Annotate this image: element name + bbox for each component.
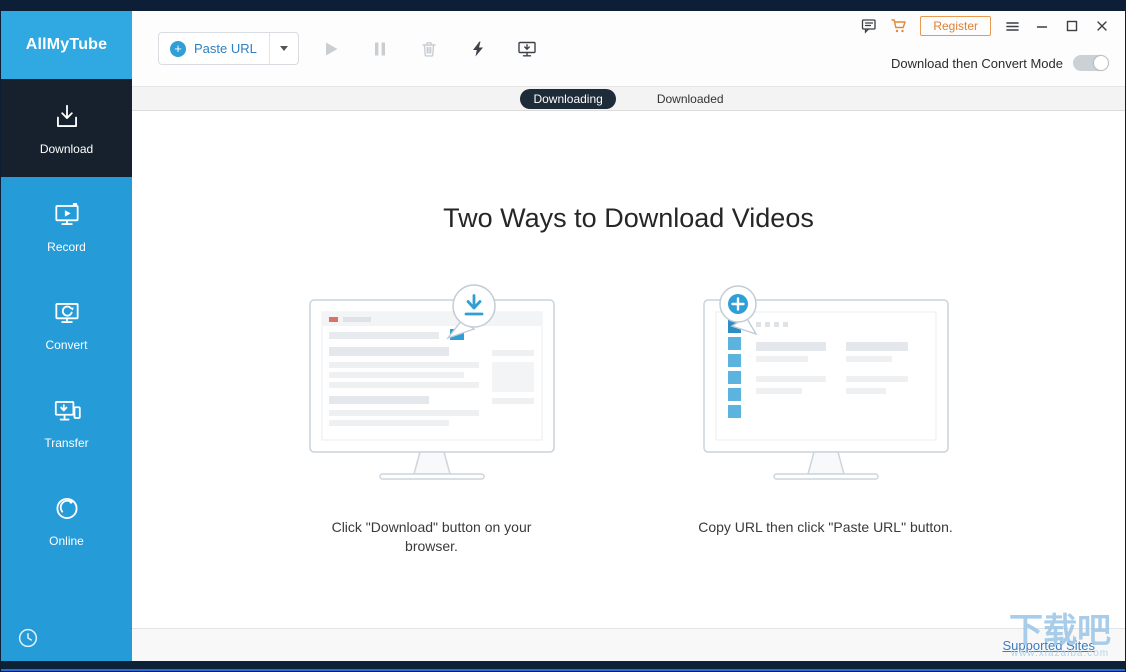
paste-url-button[interactable]: + Paste URL bbox=[158, 32, 299, 65]
start-download-button[interactable] bbox=[320, 38, 342, 60]
sidebar-item-online[interactable]: Online bbox=[1, 471, 132, 569]
pause-icon bbox=[375, 42, 385, 55]
register-button[interactable]: Register bbox=[920, 16, 991, 36]
footer-bar: Supported Sites bbox=[132, 628, 1125, 661]
transfer-icon bbox=[51, 395, 83, 427]
sidebar-item-label: Online bbox=[49, 533, 84, 548]
paste-url-dropdown[interactable] bbox=[270, 46, 298, 51]
paste-method-illustration bbox=[702, 285, 949, 480]
sidebar-item-convert[interactable]: Convert bbox=[1, 275, 132, 373]
sidebar-item-download[interactable]: Download bbox=[1, 79, 132, 177]
hamburger-icon bbox=[1005, 21, 1019, 31]
purchase-cart-button[interactable] bbox=[890, 17, 908, 35]
tab-downloaded[interactable]: Downloaded bbox=[644, 89, 737, 109]
chevron-down-icon bbox=[279, 46, 288, 51]
paste-method-caption: Copy URL then click "Paste URL" button. bbox=[698, 519, 953, 535]
close-button[interactable] bbox=[1093, 17, 1111, 35]
online-globe-icon bbox=[51, 493, 83, 525]
close-icon bbox=[1097, 21, 1107, 31]
toolbar: + Paste URL Register Download then Conve… bbox=[132, 11, 1125, 86]
sidebar-item-label: Transfer bbox=[44, 435, 89, 450]
sidebar-item-record[interactable]: Record bbox=[1, 177, 132, 275]
content-panel: Two Ways to Download Videos Click "Downl… bbox=[132, 111, 1125, 628]
minimize-button[interactable] bbox=[1033, 17, 1051, 35]
maximize-icon bbox=[1066, 20, 1078, 32]
paste-url-label: Paste URL bbox=[194, 41, 257, 56]
main-area: + Paste URL Register Download then Conve… bbox=[132, 11, 1125, 661]
play-icon bbox=[326, 42, 338, 55]
convert-mode-toggle[interactable] bbox=[1073, 55, 1109, 71]
download-tabs: Downloading Downloaded bbox=[132, 86, 1125, 111]
feedback-button[interactable] bbox=[860, 17, 878, 35]
delete-button[interactable] bbox=[418, 38, 440, 60]
sidebar-item-label: Convert bbox=[45, 337, 88, 352]
menu-button[interactable] bbox=[1003, 17, 1021, 35]
record-icon bbox=[51, 199, 83, 231]
high-speed-button[interactable] bbox=[467, 38, 489, 60]
convert-icon bbox=[51, 297, 83, 329]
message-icon bbox=[862, 19, 876, 34]
lightning-icon bbox=[473, 41, 483, 56]
toggle-knob bbox=[1094, 56, 1108, 70]
device-download-icon bbox=[518, 41, 536, 56]
download-icon bbox=[51, 101, 83, 133]
window-top-border bbox=[1, 1, 1125, 11]
tab-downloading[interactable]: Downloading bbox=[520, 88, 616, 109]
app-window: AllMyTube Download Record Convert Transf… bbox=[0, 0, 1126, 672]
trash-icon bbox=[422, 41, 436, 57]
device-download-button[interactable] bbox=[516, 38, 538, 60]
browser-method: Click "Download" button on your browser. bbox=[282, 284, 582, 556]
page-title: Two Ways to Download Videos bbox=[443, 203, 814, 233]
history-clock-icon[interactable] bbox=[17, 627, 39, 649]
sidebar-item-transfer[interactable]: Transfer bbox=[1, 373, 132, 471]
cart-icon bbox=[891, 19, 907, 33]
app-logo: AllMyTube bbox=[1, 11, 132, 79]
supported-sites-link[interactable]: Supported Sites bbox=[1002, 638, 1095, 653]
browser-method-illustration bbox=[308, 284, 555, 480]
sidebar-item-label: Download bbox=[39, 141, 94, 156]
sidebar: AllMyTube Download Record Convert Transf… bbox=[1, 11, 132, 661]
paste-method: Copy URL then click "Paste URL" button. bbox=[676, 284, 976, 556]
convert-mode-label: Download then Convert Mode bbox=[891, 55, 1063, 71]
pause-download-button[interactable] bbox=[369, 38, 391, 60]
sidebar-item-label: Record bbox=[47, 239, 86, 254]
window-bottom-border bbox=[1, 661, 1125, 671]
maximize-button[interactable] bbox=[1063, 17, 1081, 35]
browser-method-caption: Click "Download" button on your browser. bbox=[331, 519, 532, 554]
minimize-icon bbox=[1036, 26, 1048, 28]
plus-icon: + bbox=[170, 40, 186, 57]
